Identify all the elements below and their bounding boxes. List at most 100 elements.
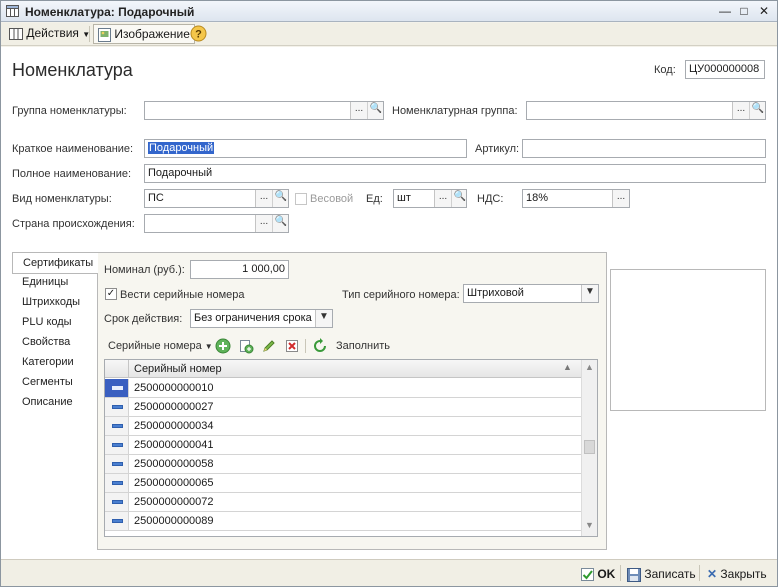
chevron-down-icon[interactable]: ▼	[315, 310, 332, 327]
row-marker-icon	[105, 474, 129, 492]
select-button[interactable]: ...	[255, 190, 272, 207]
row-marker-icon	[105, 436, 129, 454]
code-value: ЦУ000000008	[689, 63, 760, 75]
table-row[interactable]: 2500000000010	[105, 379, 582, 398]
search-icon[interactable]: 🔍	[272, 190, 288, 207]
article-field[interactable]	[522, 139, 766, 158]
add-icon[interactable]	[215, 338, 231, 354]
weight-label: Весовой	[310, 193, 354, 205]
unit-field[interactable]: шт ... 🔍	[393, 189, 467, 208]
scroll-thumb[interactable]	[584, 440, 595, 454]
vat-label: НДС:	[477, 193, 504, 205]
code-field[interactable]: ЦУ000000008	[685, 60, 765, 79]
image-button[interactable]: Изображение	[93, 24, 195, 44]
table-row[interactable]: 2500000000027	[105, 398, 582, 417]
short-name-value: Подарочный	[148, 142, 215, 154]
image-label: Изображение	[114, 27, 190, 41]
save-label: Записать	[644, 567, 696, 581]
search-icon[interactable]: 🔍	[367, 102, 383, 119]
validity-label: Срок действия:	[104, 313, 183, 325]
tab-segments[interactable]: Сегменты	[12, 372, 98, 392]
search-icon[interactable]: 🔍	[451, 190, 466, 207]
vertical-scrollbar[interactable]: ▲ ▼	[581, 360, 597, 536]
vat-field[interactable]: 18% ...	[522, 189, 630, 208]
validity-select[interactable]: Без ограничения срока ▼	[190, 309, 333, 328]
select-button[interactable]: ...	[255, 215, 272, 232]
table-row[interactable]: 2500000000072	[105, 493, 582, 512]
title-bar: Номенклатура: Подарочный — □ ✕	[1, 1, 777, 22]
weight-checkbox[interactable]	[295, 193, 307, 205]
table-row[interactable]: 2500000000089	[105, 512, 582, 531]
nominal-field[interactable]: 1 000,00	[190, 260, 289, 279]
copy-add-icon[interactable]	[238, 338, 254, 354]
delete-icon[interactable]	[284, 338, 300, 354]
column-header-serial[interactable]: Серийный номер	[134, 363, 222, 375]
serials-menu-button[interactable]: Серийные номера ▼	[108, 340, 213, 352]
short-name-label: Краткое наименование:	[12, 143, 134, 155]
search-icon[interactable]: 🔍	[749, 102, 765, 119]
serial-number-cell: 2500000000027	[134, 401, 214, 413]
image-icon	[98, 27, 111, 42]
table-row[interactable]: 2500000000058	[105, 455, 582, 474]
chevron-down-icon[interactable]: ▼	[581, 285, 598, 302]
scroll-down-icon[interactable]: ▼	[585, 520, 594, 530]
search-icon[interactable]: 🔍	[272, 215, 288, 232]
fill-button[interactable]: Заполнить	[336, 340, 390, 352]
actions-label: Действия	[26, 26, 79, 40]
window-title: Номенклатура: Подарочный	[25, 5, 195, 19]
serial-number-cell: 2500000000041	[134, 439, 214, 451]
code-label: Код:	[654, 64, 676, 76]
tab-properties[interactable]: Свойства	[12, 332, 98, 352]
nominal-label: Номинал (руб.):	[104, 264, 185, 276]
tab-description[interactable]: Описание	[12, 392, 98, 412]
table-row[interactable]: 2500000000041	[105, 436, 582, 455]
actions-menu-button[interactable]: Действия ▼	[5, 24, 94, 44]
serial-number-cell: 2500000000058	[134, 458, 214, 470]
row-marker-header	[105, 360, 129, 377]
short-name-field[interactable]: Подарочный	[144, 139, 467, 158]
group-field[interactable]: ... 🔍	[144, 101, 384, 120]
table-row[interactable]: 2500000000065	[105, 474, 582, 493]
kind-field[interactable]: ПС ... 🔍	[144, 189, 289, 208]
sort-icon[interactable]: ▲	[563, 362, 572, 372]
serial-number-cell: 2500000000065	[134, 477, 214, 489]
select-button[interactable]: ...	[434, 190, 451, 207]
table-row[interactable]: 2500000000034	[105, 417, 582, 436]
checkmark-icon	[581, 568, 594, 582]
minimize-icon[interactable]: —	[718, 4, 732, 18]
save-button[interactable]: Записать	[627, 564, 696, 584]
close-button[interactable]: ✕ Закрыть	[707, 564, 767, 584]
serial-number-cell: 2500000000089	[134, 515, 214, 527]
group-label: Группа номенклатуры:	[12, 105, 127, 117]
serial-numbers-checkbox[interactable]: ✓	[105, 288, 117, 300]
maximize-icon[interactable]: □	[737, 4, 751, 18]
refresh-icon[interactable]	[312, 338, 328, 354]
select-button[interactable]: ...	[612, 190, 629, 207]
article-label: Артикул:	[475, 143, 520, 155]
serial-number-cell: 2500000000010	[134, 382, 214, 394]
ok-button[interactable]: OK	[581, 564, 615, 584]
tab-units[interactable]: Единицы	[12, 272, 98, 292]
select-button[interactable]: ...	[732, 102, 749, 119]
footer-bar: OK Записать ✕ Закрыть	[1, 559, 777, 586]
tab-plu-codes[interactable]: PLU коды	[12, 312, 98, 332]
tab-barcodes[interactable]: Штрихкоды	[12, 292, 98, 312]
scroll-up-icon[interactable]: ▲	[585, 362, 594, 372]
serial-type-label: Тип серийного номера:	[342, 289, 460, 301]
tab-certificates[interactable]: Сертификаты	[12, 252, 98, 274]
page-title: Номенклатура	[12, 60, 133, 80]
full-name-value: Подарочный	[148, 167, 213, 179]
edit-icon[interactable]	[261, 338, 277, 354]
form-content: Номенклатура Код: ЦУ000000008 Группа ном…	[1, 47, 777, 559]
serial-type-select[interactable]: Штриховой ▼	[463, 284, 599, 303]
select-button[interactable]: ...	[350, 102, 367, 119]
country-field[interactable]: ... 🔍	[144, 214, 289, 233]
full-name-field[interactable]: Подарочный	[144, 164, 766, 183]
serial-number-cell: 2500000000034	[134, 420, 214, 432]
toolbar-divider	[89, 26, 90, 42]
tab-categories[interactable]: Категории	[12, 352, 98, 372]
close-icon[interactable]: ✕	[757, 4, 771, 18]
nom-group-field[interactable]: ... 🔍	[526, 101, 766, 120]
help-button[interactable]: ?	[190, 24, 207, 44]
serial-numbers-table[interactable]: Серийный номер ▲ 2500000000010 250000000…	[104, 359, 598, 537]
